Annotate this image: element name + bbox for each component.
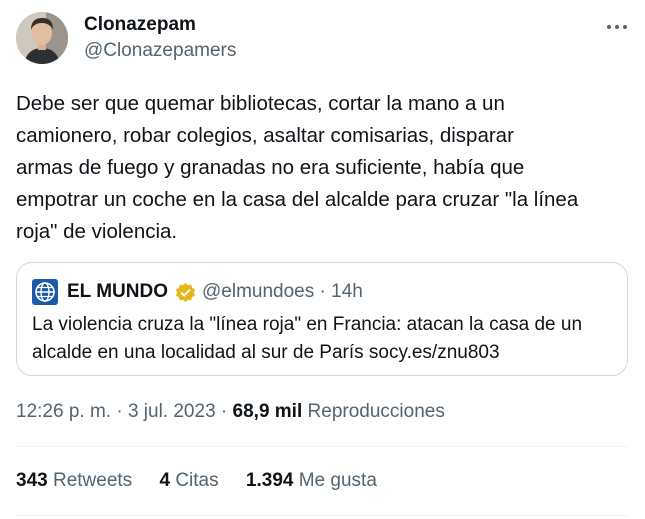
author-avatar[interactable] (16, 12, 68, 64)
retweets-stat[interactable]: 343 Retweets (16, 470, 132, 492)
tweet-date[interactable]: 3 jul. 2023 (128, 401, 216, 422)
verified-badge-icon (175, 282, 196, 303)
more-options-icon[interactable] (605, 20, 629, 34)
quoted-tweet-age: 14h (331, 281, 363, 302)
quoted-author-handle: @elmundoes (202, 281, 315, 302)
quotes-label: Citas (175, 470, 219, 491)
quoted-tweet-text: La violencia cruza la "línea roja" en Fr… (32, 314, 583, 363)
divider (16, 446, 629, 447)
likes-label: Me gusta (298, 470, 377, 491)
quotes-stat[interactable]: 4 Citas (159, 470, 218, 492)
retweets-label: Retweets (52, 470, 133, 491)
likes-stat[interactable]: 1.394 Me gusta (246, 470, 377, 492)
meta-separator: · (116, 401, 123, 422)
divider (16, 515, 629, 516)
likes-count: 1.394 (245, 470, 294, 491)
quotes-count: 4 (159, 470, 171, 491)
retweets-count: 343 (16, 470, 48, 491)
author-display-name[interactable]: Clonazepam (84, 14, 196, 36)
tweet-timestamp-row: 12:26 p. m. · 3 jul. 2023 · 68,9 mil Rep… (16, 401, 445, 423)
man-portrait-avatar-icon (16, 12, 68, 64)
quoted-meta: @elmundoes · 14h (202, 281, 363, 303)
meta-separator: · (319, 281, 326, 302)
quoted-tweet-card[interactable]: EL MUNDO @elmundoes · 14h La violencia c… (16, 262, 628, 376)
tweet-header: Clonazepam @Clonazepamers (16, 12, 629, 64)
author-handle[interactable]: @Clonazepamers (84, 40, 236, 62)
engagement-stats: 343 Retweets 4 Citas 1.394 Me gusta (16, 470, 399, 492)
el-mundo-globe-logo-icon (32, 279, 58, 305)
views-count: 68,9 mil (232, 401, 303, 422)
meta-separator: · (220, 401, 228, 422)
views-label: Reproducciones (307, 401, 445, 422)
tweet-time[interactable]: 12:26 p. m. (16, 401, 111, 422)
quoted-author-name: EL MUNDO (67, 281, 168, 302)
tweet-text: Debe ser que quemar bibliotecas, cortar … (16, 92, 579, 243)
